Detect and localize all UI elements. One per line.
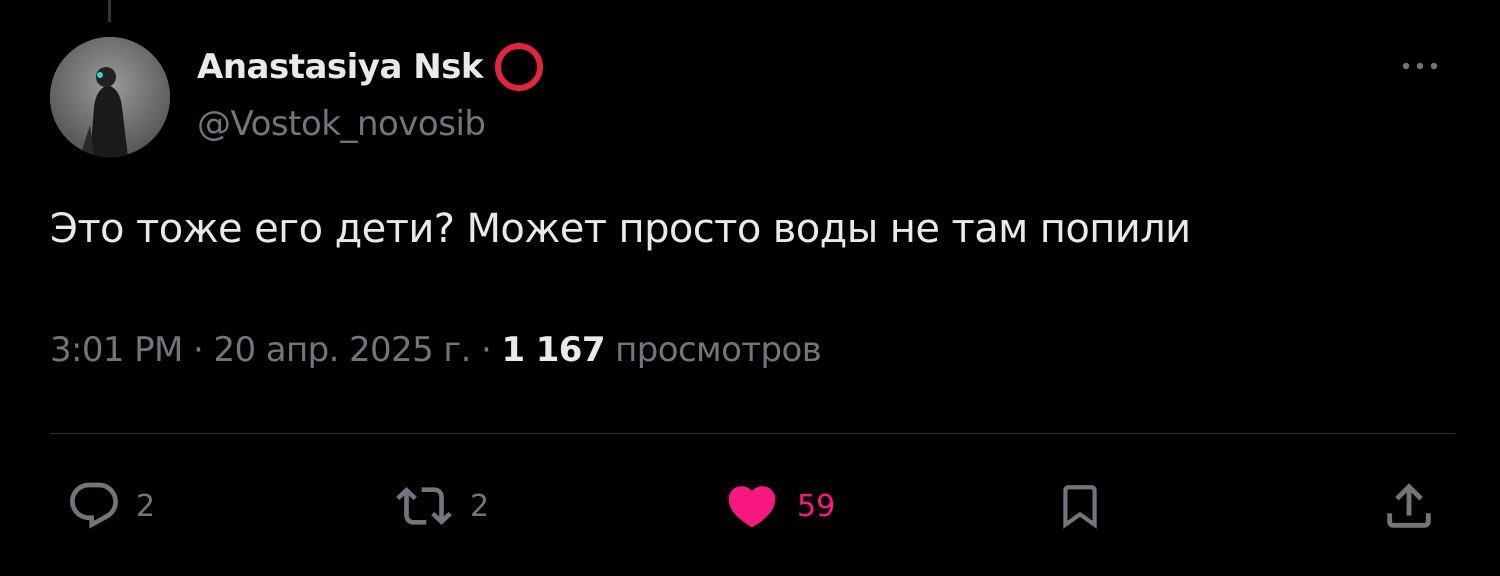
retweet-count: 2 xyxy=(470,488,490,524)
author-handle[interactable]: @Vostok_novosib xyxy=(197,104,486,144)
tweet-date[interactable]: 20 апр. 2025 г. xyxy=(213,330,471,370)
retweet-icon xyxy=(396,487,452,525)
bookmark-button[interactable] xyxy=(1055,478,1105,534)
meta-separator: · xyxy=(481,330,492,370)
heart-filled-icon xyxy=(728,486,776,528)
tweet-text: Это тоже его дети? Может просто воды не … xyxy=(50,206,1191,252)
views-count: 1 167 xyxy=(501,330,605,370)
retweet-button[interactable]: 2 xyxy=(392,478,489,534)
reply-count: 2 xyxy=(136,488,156,524)
avatar-image xyxy=(50,37,170,157)
views-label: просмотров xyxy=(615,330,822,370)
author-name-row: Anastasiya Nsk xyxy=(197,41,545,93)
author-display-name[interactable]: Anastasiya Nsk xyxy=(197,47,484,87)
like-button[interactable]: 59 xyxy=(721,478,835,534)
tweet-meta: 3:01 PM · 20 апр. 2025 г. · 1 167 просмо… xyxy=(50,330,822,370)
tweet-time[interactable]: 3:01 PM xyxy=(50,330,183,370)
thread-connector-line xyxy=(108,0,111,22)
share-button[interactable] xyxy=(1380,478,1438,534)
avatar[interactable] xyxy=(50,37,170,157)
divider xyxy=(50,433,1455,434)
like-count: 59 xyxy=(797,488,836,524)
more-options-button[interactable] xyxy=(1396,48,1444,84)
share-icon xyxy=(1387,483,1431,528)
meta-separator: · xyxy=(193,330,204,370)
bookmark-icon xyxy=(1063,485,1097,529)
reply-icon xyxy=(70,482,118,529)
reply-button[interactable]: 2 xyxy=(66,478,155,534)
more-dots-icon xyxy=(1402,62,1438,70)
red-ring-icon xyxy=(493,41,545,93)
